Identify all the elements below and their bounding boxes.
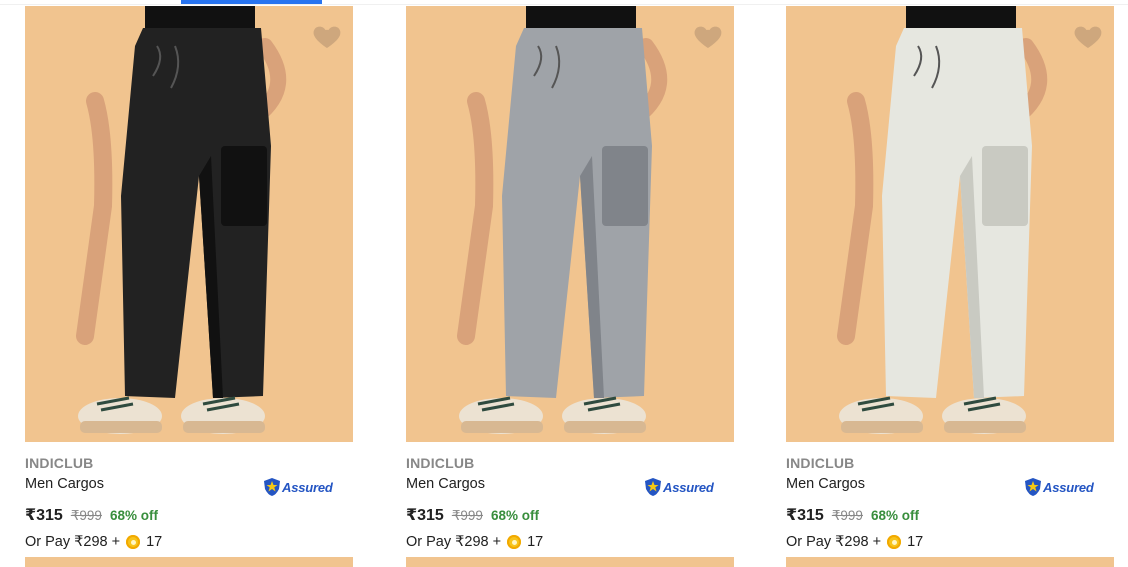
product-image[interactable]	[786, 6, 1114, 442]
discount-percent: 68% off	[490, 508, 539, 523]
next-row-product-image[interactable]	[25, 557, 353, 567]
supercoin-offer: Or Pay ₹298 + 17	[786, 534, 923, 550]
product-title[interactable]: Men Cargos	[406, 476, 485, 492]
supercoin-icon	[126, 535, 141, 549]
assured-label: Assured	[282, 479, 333, 495]
product-title[interactable]: Men Cargos	[786, 476, 865, 492]
supercoin-price-text: Or Pay ₹298 +	[406, 534, 502, 550]
supercoin-price-text: Or Pay ₹298 +	[786, 534, 882, 550]
assured-badge-icon	[1025, 478, 1041, 496]
discount-percent: 68% off	[870, 508, 919, 523]
heart-icon[interactable]	[692, 20, 724, 52]
product-photo	[786, 6, 1114, 442]
product-grid-page: INDICLUB Men Cargos Assured ₹315 ₹999 68…	[0, 0, 1128, 567]
assured-badge: Assured	[263, 476, 333, 498]
assured-badge: Assured	[644, 476, 714, 498]
product-photo	[406, 6, 734, 442]
supercoin-count: 17	[146, 534, 163, 550]
assured-label: Assured	[663, 479, 714, 495]
supercoin-count: 17	[907, 534, 924, 550]
supercoin-price-text: Or Pay ₹298 +	[25, 534, 121, 550]
product-image[interactable]	[25, 6, 353, 442]
product-card[interactable]: INDICLUB Men Cargos Assured ₹315 ₹999 68…	[406, 6, 734, 567]
original-price: ₹999	[70, 508, 102, 523]
heart-icon[interactable]	[1072, 20, 1104, 52]
product-brand: INDICLUB	[25, 455, 94, 471]
discount-percent: 68% off	[109, 508, 158, 523]
product-card[interactable]: INDICLUB Men Cargos Assured ₹315 ₹999 68…	[786, 6, 1114, 567]
supercoin-offer: Or Pay ₹298 + 17	[25, 534, 162, 550]
price-row: ₹315 ₹999 68% off	[25, 505, 158, 525]
product-title[interactable]: Men Cargos	[25, 476, 104, 492]
supercoin-count: 17	[527, 534, 544, 550]
supercoin-offer: Or Pay ₹298 + 17	[406, 534, 543, 550]
product-photo	[25, 6, 353, 442]
heart-icon[interactable]	[311, 20, 343, 52]
selling-price: ₹315	[786, 507, 824, 524]
selling-price: ₹315	[406, 507, 444, 524]
next-row-product-image[interactable]	[786, 557, 1114, 567]
product-card[interactable]: INDICLUB Men Cargos Assured ₹315 ₹999 68…	[25, 6, 353, 567]
product-brand: INDICLUB	[406, 455, 475, 471]
assured-badge-icon	[645, 478, 661, 496]
assured-label: Assured	[1043, 479, 1094, 495]
selling-price: ₹315	[25, 507, 63, 524]
original-price: ₹999	[451, 508, 483, 523]
supercoin-icon	[887, 535, 902, 549]
price-row: ₹315 ₹999 68% off	[786, 505, 919, 525]
product-brand: INDICLUB	[786, 455, 855, 471]
product-image[interactable]	[406, 6, 734, 442]
original-price: ₹999	[831, 508, 863, 523]
assured-badge: Assured	[1024, 476, 1094, 498]
divider	[0, 4, 1128, 5]
assured-badge-icon	[264, 478, 280, 496]
price-row: ₹315 ₹999 68% off	[406, 505, 539, 525]
supercoin-icon	[507, 535, 522, 549]
next-row-product-image[interactable]	[406, 557, 734, 567]
